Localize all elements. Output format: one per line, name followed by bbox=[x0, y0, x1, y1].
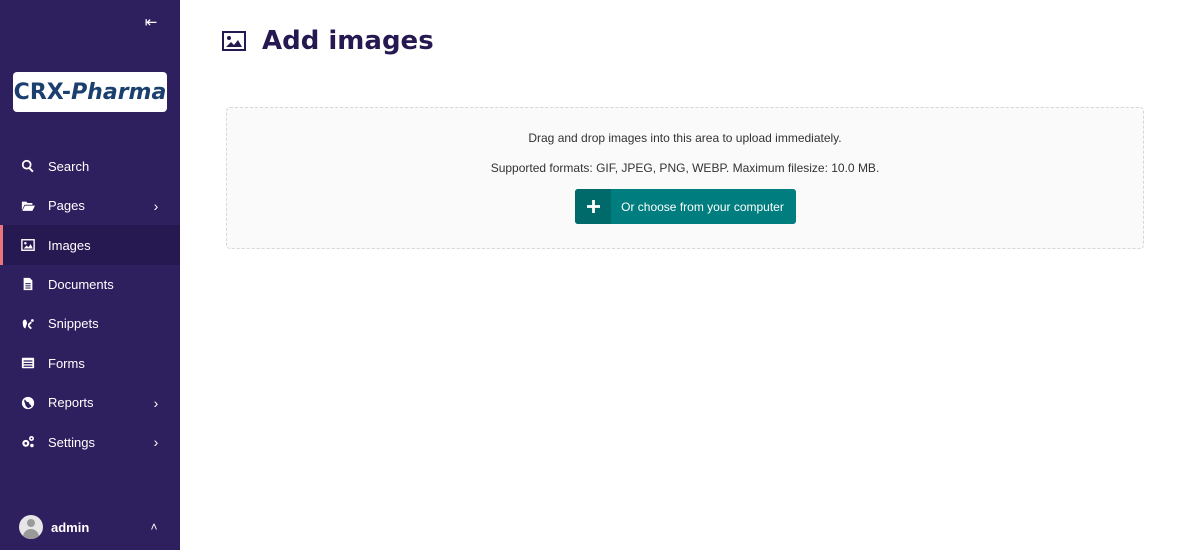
globe-icon bbox=[20, 395, 36, 411]
sidebar-item-search[interactable]: Search bbox=[0, 146, 180, 186]
sidebar-item-documents[interactable]: Documents bbox=[0, 265, 180, 304]
dropzone-formats: Supported formats: GIF, JPEG, PNG, WEBP.… bbox=[490, 161, 880, 175]
sidebar-item-settings[interactable]: Settings › bbox=[0, 422, 180, 461]
folder-open-icon bbox=[20, 198, 36, 214]
account-name: admin bbox=[51, 519, 90, 535]
chevron-right-icon: › bbox=[153, 197, 159, 214]
sidebar-item-images[interactable]: Images bbox=[0, 225, 180, 266]
image-icon bbox=[222, 31, 246, 51]
account-menu[interactable]: admin ˄ bbox=[0, 504, 180, 550]
upload-dropzone[interactable]: Drag and drop images into this area to u… bbox=[226, 107, 1144, 249]
form-icon bbox=[20, 355, 36, 371]
logo[interactable]: CRX- Pharma bbox=[13, 72, 167, 112]
sidebar-item-label: Settings bbox=[48, 434, 95, 450]
sidebar-item-label: Snippets bbox=[48, 316, 99, 332]
logo-text-part1: CRX- bbox=[13, 79, 72, 105]
sidebar-item-reports[interactable]: Reports › bbox=[0, 383, 180, 422]
sidebar-item-pages[interactable]: Pages › bbox=[0, 186, 180, 225]
plus-icon bbox=[575, 189, 611, 224]
sidebar-item-label: Search bbox=[48, 158, 90, 174]
avatar bbox=[19, 515, 43, 539]
choose-file-label: Or choose from your computer bbox=[621, 199, 784, 214]
search-icon bbox=[20, 158, 36, 174]
image-icon bbox=[20, 237, 36, 253]
choose-file-button[interactable]: Or choose from your computer bbox=[575, 189, 796, 224]
snippets-icon bbox=[20, 316, 36, 332]
document-icon bbox=[20, 276, 36, 292]
logo-text-part2: Pharma bbox=[71, 79, 167, 105]
sidebar: ⇤ CRX- Pharma Search Pages › Images Docu… bbox=[0, 0, 180, 550]
sidebar-item-snippets[interactable]: Snippets bbox=[0, 304, 180, 343]
collapse-sidebar-button[interactable]: ⇤ bbox=[142, 14, 160, 32]
sidebar-nav: Search Pages › Images Documents Snippets… bbox=[0, 146, 180, 462]
sidebar-item-label: Reports bbox=[48, 395, 94, 411]
page-header: Add images bbox=[222, 26, 434, 56]
chevron-right-icon: › bbox=[153, 434, 159, 451]
sidebar-item-label: Documents bbox=[48, 276, 114, 292]
cogs-icon bbox=[20, 434, 36, 450]
chevron-up-icon: ˄ bbox=[150, 520, 158, 534]
sidebar-item-forms[interactable]: Forms bbox=[0, 344, 180, 383]
collapse-left-icon: ⇤ bbox=[144, 14, 158, 31]
dropzone-instruction: Drag and drop images into this area to u… bbox=[528, 131, 842, 145]
page-title: Add images bbox=[262, 26, 434, 56]
sidebar-item-label: Pages bbox=[48, 198, 85, 214]
sidebar-item-label: Images bbox=[48, 237, 91, 253]
chevron-right-icon: › bbox=[153, 394, 159, 411]
sidebar-item-label: Forms bbox=[48, 355, 85, 371]
